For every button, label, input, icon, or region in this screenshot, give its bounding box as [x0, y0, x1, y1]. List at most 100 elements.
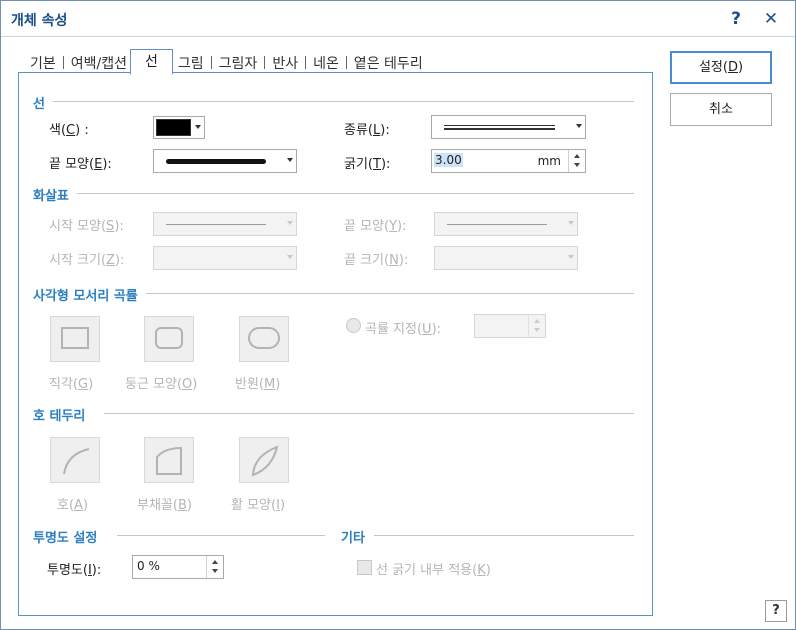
inner-thickness-checkbox[interactable]	[357, 560, 372, 575]
stepper-buttons[interactable]	[528, 315, 545, 337]
line-type-label: 종류(L):	[344, 123, 390, 138]
transparency-label: 투명도(I):	[47, 563, 102, 578]
decrement-icon[interactable]	[534, 328, 540, 332]
tab-line[interactable]: 선	[130, 49, 173, 75]
section-arc-title: 호 테두리	[33, 405, 94, 424]
arrow-end-shape-select[interactable]	[434, 212, 578, 236]
increment-icon[interactable]	[574, 154, 580, 158]
corner-half-button[interactable]	[239, 316, 289, 362]
half-circle-corner-icon	[248, 327, 280, 349]
line-tab-panel: 선 색(C) : 종류(L): 끝 모양(E): 굵기(T): 3.00 mm …	[18, 72, 653, 616]
line-color-label: 색(C) :	[49, 123, 89, 138]
custom-curvature-stepper[interactable]	[474, 314, 546, 338]
help-icon[interactable]: ?	[725, 8, 747, 30]
close-icon[interactable]: ✕	[760, 8, 782, 30]
section-arrow-title: 화살표	[33, 185, 77, 204]
section-divider	[49, 193, 634, 194]
sector-button[interactable]	[144, 437, 194, 483]
tab-separator	[305, 56, 307, 69]
corner-square-button[interactable]	[50, 316, 100, 362]
section-divider	[79, 293, 634, 294]
thickness-value[interactable]: 3.00	[434, 153, 463, 167]
tab-picture[interactable]: 그림	[177, 53, 205, 73]
section-divider	[374, 535, 634, 536]
chevron-down-icon	[287, 221, 293, 225]
inner-thickness-label: 선 굵기 내부 적용(K)	[376, 563, 491, 578]
bow-button[interactable]	[239, 437, 289, 483]
square-corner-icon	[61, 327, 89, 349]
arrow-start-shape-label: 시작 모양(S):	[49, 219, 124, 234]
line-preview-bottom	[444, 128, 555, 130]
arrow-start-shape-select[interactable]	[153, 212, 297, 236]
rounded-corner-icon	[155, 327, 183, 349]
tab-neon[interactable]: 네온	[312, 53, 340, 73]
ok-button[interactable]: 설정(D)	[670, 51, 772, 84]
tab-bar: 기본 여백/캡션 선 그림 그림자 반사 네온 옅은 테두리	[29, 49, 424, 75]
chevron-down-icon	[568, 255, 574, 259]
line-preview	[166, 224, 266, 225]
sector-icon	[156, 446, 182, 475]
increment-icon[interactable]	[212, 560, 218, 564]
corner-square-caption: 직각(G)	[49, 377, 94, 392]
chevron-down-icon	[568, 221, 574, 225]
arc-caption: 호(A)	[57, 498, 89, 513]
tab-basic[interactable]: 기본	[29, 53, 57, 73]
line-thickness-stepper[interactable]: 3.00 mm	[431, 149, 586, 173]
chevron-down-icon	[195, 125, 201, 129]
color-swatch	[156, 119, 191, 136]
line-preview-top	[444, 125, 555, 126]
line-end-select[interactable]	[153, 149, 297, 173]
line-preview	[447, 224, 547, 225]
decrement-icon[interactable]	[212, 569, 218, 573]
bow-caption: 활 모양(I)	[231, 498, 286, 513]
increment-icon[interactable]	[534, 319, 540, 323]
custom-curvature-label: 곡률 지정(U):	[365, 322, 442, 337]
cancel-button[interactable]: 취소	[670, 93, 772, 126]
decrement-icon[interactable]	[574, 163, 580, 167]
tab-reflection[interactable]: 반사	[271, 53, 299, 73]
arc-button[interactable]	[50, 437, 100, 483]
chevron-down-icon	[287, 255, 293, 259]
line-type-select[interactable]	[431, 115, 586, 139]
tab-margin-caption[interactable]: 여백/캡션	[70, 53, 128, 73]
corner-rounded-button[interactable]	[144, 316, 194, 362]
thickness-unit: mm	[537, 154, 561, 168]
line-color-picker[interactable]	[153, 116, 205, 139]
arrow-end-shape-label: 끝 모양(Y):	[344, 219, 407, 234]
line-thickness-label: 굵기(T):	[344, 157, 391, 172]
arc-icon	[63, 448, 90, 475]
sector-caption: 부채꼴(B)	[137, 498, 192, 513]
tab-separator	[264, 56, 266, 69]
chevron-down-icon	[576, 124, 582, 128]
section-transparency-title: 투명도 설정	[33, 527, 106, 546]
bow-icon	[251, 445, 279, 477]
tab-shadow[interactable]: 그림자	[218, 53, 259, 73]
stepper-buttons[interactable]	[568, 150, 585, 172]
section-etc-title: 기타	[341, 527, 373, 546]
transparency-value[interactable]: 0 %	[137, 559, 160, 573]
tab-soft-edge[interactable]: 옅은 테두리	[353, 53, 424, 73]
line-end-preview	[166, 159, 266, 164]
help-button[interactable]: ?	[765, 600, 787, 622]
arrow-end-size-select[interactable]	[434, 246, 578, 270]
title-bar: 개체 속성 ? ✕	[1, 1, 795, 37]
tab-separator	[210, 56, 212, 69]
line-end-label: 끝 모양(E):	[49, 157, 112, 172]
section-divider	[104, 413, 634, 414]
corner-rounded-caption: 둥근 모양(O)	[125, 377, 198, 392]
stepper-buttons[interactable]	[206, 556, 223, 578]
arrow-start-size-select[interactable]	[153, 246, 297, 270]
transparency-stepper[interactable]: 0 %	[132, 555, 224, 579]
tab-separator	[62, 56, 64, 69]
section-divider	[117, 535, 325, 536]
tab-separator	[345, 56, 347, 69]
section-divider	[49, 101, 634, 102]
custom-curvature-radio[interactable]	[346, 318, 361, 333]
dialog-title: 개체 속성	[11, 13, 68, 29]
arrow-start-size-label: 시작 크기(Z):	[49, 253, 125, 268]
section-line-title: 선	[33, 93, 53, 112]
section-corner-title: 사각형 모서리 곡률	[33, 285, 146, 304]
arrow-end-size-label: 끝 크기(N):	[344, 253, 409, 268]
chevron-down-icon	[287, 158, 293, 162]
object-properties-dialog: 개체 속성 ? ✕ 기본 여백/캡션 선 그림 그림자 반사 네온 옅은 테두리 설정(D) …	[0, 0, 796, 630]
